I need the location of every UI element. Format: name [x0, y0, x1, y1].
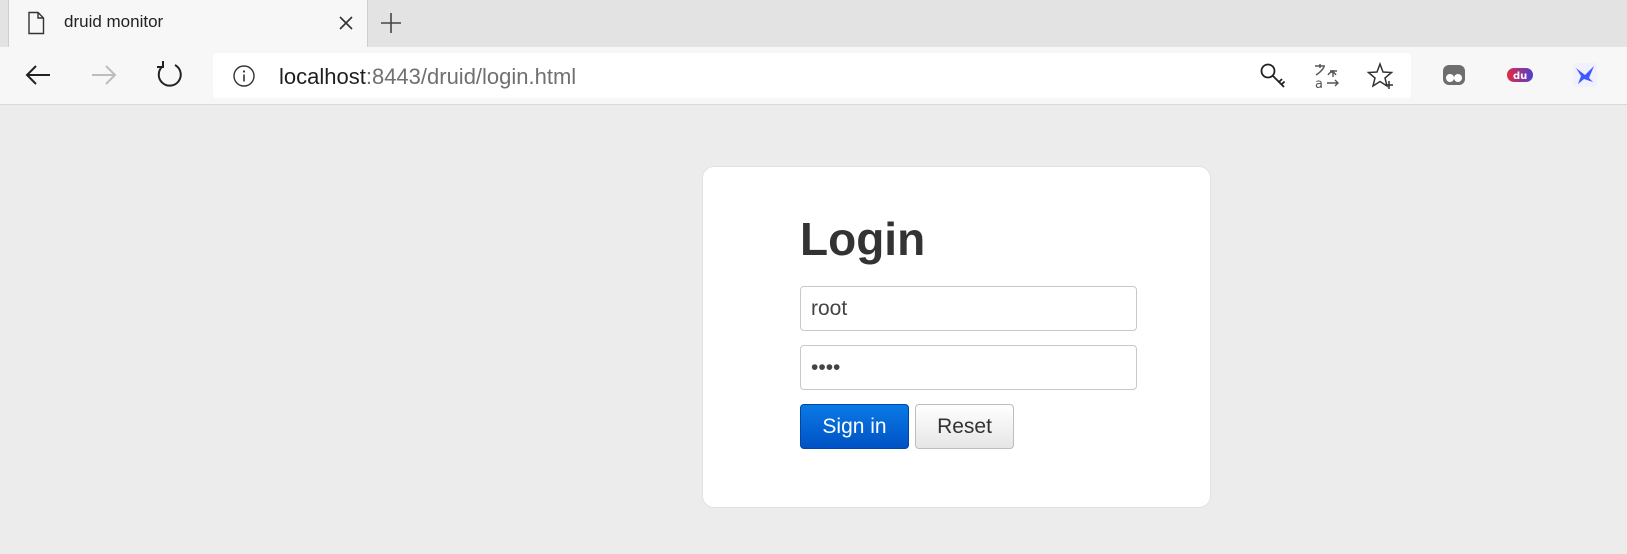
star-plus-icon[interactable] [1366, 61, 1396, 91]
extension-du-icon[interactable]: du [1505, 60, 1535, 90]
key-icon[interactable] [1258, 61, 1288, 91]
tab-strip: druid monitor [0, 0, 1627, 47]
login-title: Login [800, 213, 926, 265]
refresh-icon[interactable] [154, 59, 186, 91]
username-input[interactable] [800, 286, 1137, 331]
browser-toolbar: localhost:8443/druid/login.html a du [0, 47, 1627, 105]
info-icon[interactable] [232, 64, 256, 88]
browser-window: druid monitor localhost:8443/druid/login… [0, 0, 1627, 554]
sign-in-button[interactable]: Sign in [800, 404, 909, 449]
login-form: Login Sign in Reset [702, 166, 1211, 508]
svg-text:du: du [1513, 71, 1527, 82]
forward-arrow-icon[interactable] [88, 59, 120, 91]
address-bar[interactable]: localhost:8443/druid/login.html a [213, 53, 1411, 98]
back-arrow-icon[interactable] [22, 59, 54, 91]
extension-bird-icon[interactable] [1570, 60, 1600, 90]
page-icon [25, 11, 47, 35]
url-path: :8443/druid/login.html [365, 64, 577, 89]
translate-icon[interactable]: a [1312, 61, 1342, 92]
reset-button[interactable]: Reset [915, 404, 1014, 449]
extension-eyes-icon[interactable] [1439, 60, 1469, 90]
close-icon[interactable] [335, 12, 357, 34]
url-host: localhost [279, 64, 366, 89]
svg-text:a: a [1315, 77, 1323, 91]
url-text[interactable]: localhost:8443/druid/login.html [279, 64, 576, 90]
password-input[interactable] [800, 345, 1137, 390]
tab-druid-monitor[interactable]: druid monitor [8, 0, 368, 47]
plus-icon[interactable] [378, 10, 404, 36]
tab-title: druid monitor [64, 12, 164, 31]
